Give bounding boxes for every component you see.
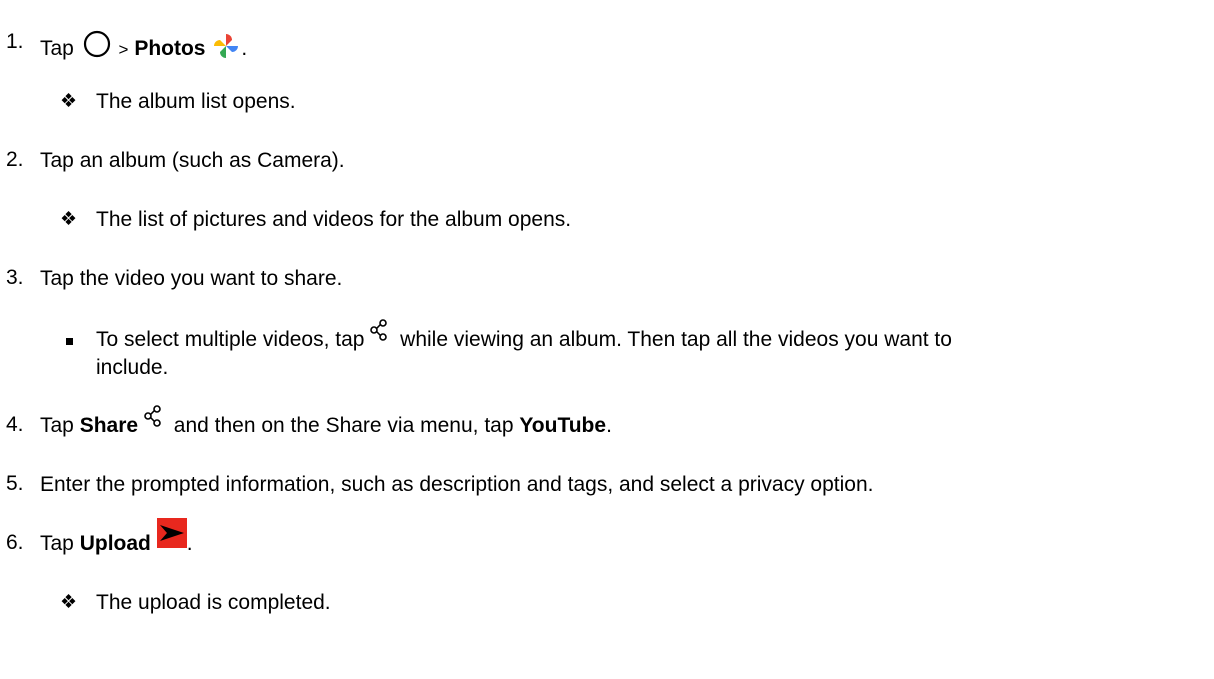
step-result: The list of pictures and videos for the … [96,208,572,231]
step-number: 6. [6,531,24,554]
square-bullet-icon [66,338,73,345]
bullet-icon: ❖ [60,209,78,230]
step-text: Tap the video you want to share. [40,267,343,290]
photos-pinwheel-icon [211,31,241,68]
step-number: 5. [6,472,24,495]
step-text: Tap > Photos . [40,30,247,69]
menu-separator: > [118,40,129,60]
step-result: The upload is completed. [96,591,331,614]
step-verb: Tap [40,37,74,61]
step-text: Enter the prompted information, such as … [40,473,874,496]
step-note-continued: include. [96,356,169,379]
step-number: 2. [6,148,24,171]
home-circle-icon [81,30,113,69]
step-text: Tap Share and then on the Share via menu… [40,405,612,439]
step-result: The album list opens. [96,90,296,113]
upload-send-icon [156,517,187,555]
step-number: 3. [6,266,24,289]
share-icon [144,405,168,434]
upload-label: Upload [79,532,151,555]
bullet-icon: ❖ [60,592,78,613]
step-note: To select multiple videos, tap while vie… [96,319,952,353]
bullet-icon: ❖ [60,91,78,112]
app-name-photos: Photos [134,37,206,61]
share-icon [370,319,394,348]
youtube-label: YouTube [519,414,607,437]
step-text: Tap an album (such as Camera). [40,149,345,172]
step-number: 1. [6,30,24,53]
step-number: 4. [6,413,24,436]
step-text: Tap Upload . [40,517,193,557]
share-label: Share [79,414,139,437]
